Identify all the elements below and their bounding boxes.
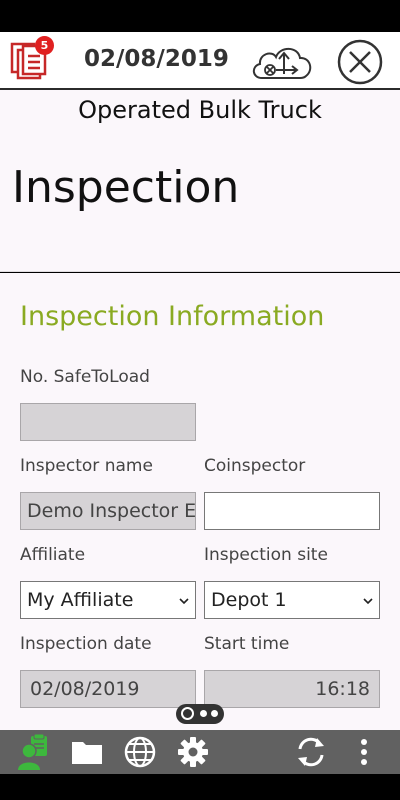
cloud-sync-button[interactable] [248,40,316,84]
inspection-site-select[interactable]: Depot 1 [204,581,380,619]
settings-button[interactable] [175,734,211,770]
page-dot [200,710,207,717]
header-date: 02/08/2019 [84,46,229,72]
refresh-icon [298,737,324,767]
close-button[interactable] [336,38,384,86]
inspector-name-label: Inspector name [20,456,153,476]
coinspector-label: Coinspector [204,456,306,476]
inspection-date-field: 02/08/2019 [20,670,196,708]
inspector-icon [18,733,47,770]
inspector-name-field: Demo Inspector E [20,492,196,530]
system-nav-bar [0,774,400,800]
more-vertical-icon [361,739,367,765]
affiliate-select[interactable]: My Affiliate [20,581,196,619]
status-bar [0,0,400,32]
documents-count-badge: 5 [35,36,54,55]
bottom-toolbar [0,730,400,774]
affiliate-label: Affiliate [20,545,86,565]
gear-icon [178,737,208,767]
inspection-site-value: Depot 1 [211,589,287,611]
start-time-field: 16:18 [204,670,380,708]
more-options-button[interactable] [346,734,382,770]
start-time-label: Start time [204,634,290,654]
page-title: Inspection [12,162,240,213]
section-title: Inspection Information [20,301,325,332]
refresh-button[interactable] [293,734,329,770]
inspection-site-label: Inspection site [204,545,328,565]
chevron-down-icon [179,598,189,605]
globe-button[interactable] [122,734,158,770]
page-dot [211,710,218,717]
globe-icon [124,736,156,768]
safetoload-field [20,403,196,441]
inspection-date-label: Inspection date [20,634,152,654]
chevron-down-icon [363,598,373,605]
inspection-form: Inspection Information No. SafeToLoad In… [0,273,400,730]
inspector-button[interactable] [16,733,52,770]
close-icon [337,39,383,85]
folder-icon [72,742,102,764]
folder-button[interactable] [69,734,105,770]
cloud-sync-icon [252,47,312,79]
page-subtitle: Operated Bulk Truck [78,96,322,124]
top-bar: 5 02/08/2019 [0,32,400,90]
page-dot-active [181,707,194,720]
documents-button[interactable]: 5 [10,34,54,84]
affiliate-value: My Affiliate [27,589,134,611]
page-header: Operated Bulk Truck Inspection [0,90,400,272]
coinspector-input[interactable] [204,492,380,530]
page-indicator[interactable] [176,704,224,724]
safetoload-label: No. SafeToLoad [20,367,150,387]
